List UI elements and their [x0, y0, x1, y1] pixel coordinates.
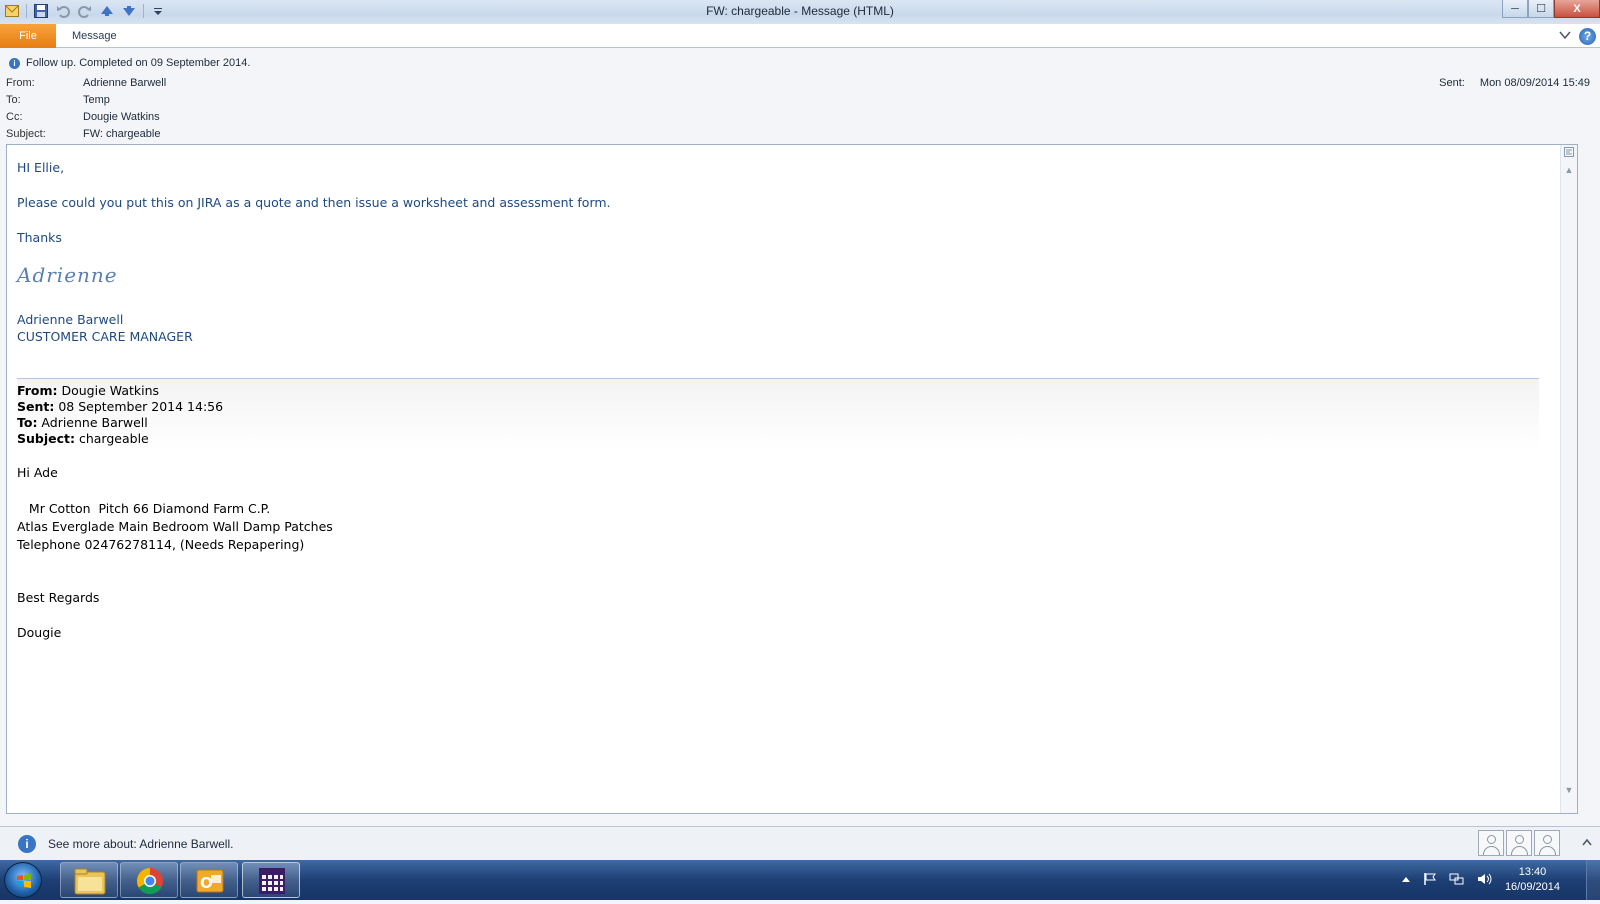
- info-icon: i: [18, 835, 36, 853]
- fwd-sent-label: Sent:: [17, 399, 55, 414]
- sent-info: Sent: Mon 08/09/2014 15:49: [1439, 77, 1590, 89]
- action-center-flag-icon[interactable]: [1423, 872, 1437, 889]
- people-avatars: [1478, 830, 1560, 856]
- subject-value: FW: chargeable: [83, 128, 161, 140]
- clock-date: 16/09/2014: [1504, 881, 1560, 893]
- message-header: i Follow up. Completed on 09 September 2…: [0, 49, 1600, 144]
- system-tray: 13:40 16/09/2014: [1401, 860, 1560, 900]
- customer-line: Mr Cotton Pitch 66 Diamond Farm C.P.: [17, 501, 271, 516]
- info-icon: i: [9, 57, 20, 69]
- avatar[interactable]: [1506, 830, 1532, 856]
- cc-label: Cc:: [6, 111, 23, 123]
- fwd-sent-line: Sent: 08 September 2014 14:56: [17, 399, 223, 414]
- from-label: From:: [6, 77, 35, 89]
- sent-label: Sent:: [1439, 77, 1465, 89]
- minimize-button[interactable]: ─: [1502, 0, 1528, 18]
- show-desktop-button[interactable]: [1586, 860, 1600, 900]
- to-value[interactable]: Temp: [83, 94, 110, 106]
- folder-icon: [74, 868, 106, 895]
- clock[interactable]: 13:40 16/09/2014: [1505, 865, 1560, 895]
- follow-up-banner: i Follow up. Completed on 09 September 2…: [9, 57, 250, 69]
- avatar[interactable]: [1478, 830, 1504, 856]
- chrome-taskbar-button[interactable]: [120, 862, 178, 898]
- windows-taskbar: O 13:40 16/09/2014: [0, 860, 1600, 900]
- request-text: Please could you put this on JIRA as a q…: [17, 195, 611, 210]
- fwd-to-line: To: Adrienne Barwell: [17, 415, 148, 430]
- title-bar: FW: chargeable - Message (HTML) ─ ☐ X: [0, 0, 1600, 24]
- vertical-scrollbar[interactable]: ▲ ▼: [1560, 145, 1577, 813]
- grid-app-icon: [259, 868, 285, 894]
- people-pane: i See more about: Adrienne Barwell.: [0, 826, 1600, 860]
- fwd-from-line: From: Dougie Watkins: [17, 383, 159, 398]
- avatar[interactable]: [1534, 830, 1560, 856]
- message-body[interactable]: HI Ellie, Please could you put this on J…: [6, 144, 1578, 814]
- scroll-up-icon[interactable]: ▲: [1563, 163, 1575, 177]
- see-more-text[interactable]: See more about: Adrienne Barwell.: [48, 837, 233, 851]
- cc-row: Cc: Dougie Watkins: [6, 111, 160, 123]
- from-row: From: Adrienne Barwell: [6, 77, 166, 89]
- expand-people-pane-icon[interactable]: [1582, 835, 1592, 849]
- window-controls: ─ ☐ X: [1502, 0, 1600, 18]
- tab-message[interactable]: Message: [72, 24, 117, 48]
- chrome-icon: [136, 867, 163, 895]
- start-button[interactable]: [4, 862, 42, 898]
- network-icon[interactable]: [1449, 872, 1465, 889]
- fwd-sent-value: 08 September 2014 14:56: [54, 399, 224, 414]
- fwd-to-value: Adrienne Barwell: [37, 415, 148, 430]
- scroll-down-icon[interactable]: ▼: [1563, 783, 1575, 797]
- sent-value: Mon 08/09/2014 15:49: [1479, 77, 1590, 89]
- tab-file[interactable]: File: [0, 24, 56, 48]
- to-row: To: Temp: [6, 94, 110, 106]
- outlook-taskbar-button[interactable]: O: [180, 862, 238, 898]
- sign-off: Dougie: [17, 625, 62, 640]
- expand-ribbon-icon[interactable]: [1559, 27, 1571, 45]
- ruler-icon[interactable]: [1563, 147, 1575, 161]
- calendar-app-taskbar-button[interactable]: [242, 862, 300, 898]
- volume-icon[interactable]: [1477, 872, 1493, 889]
- svg-text:O: O: [200, 874, 213, 892]
- ribbon-tabs: File Message ?: [0, 24, 1600, 48]
- telephone-line: Telephone 02476278114, (Needs Repapering…: [17, 537, 305, 552]
- cc-value[interactable]: Dougie Watkins: [83, 111, 160, 123]
- fwd-subject-label: Subject:: [17, 431, 75, 446]
- forwarded-header-block: [17, 379, 1539, 449]
- signature-name: Adrienne Barwell: [17, 312, 124, 327]
- subject-label: Subject:: [6, 128, 46, 140]
- show-hidden-icons-icon[interactable]: [1401, 874, 1411, 886]
- fwd-to-label: To:: [17, 415, 38, 430]
- signature-title: CUSTOMER CARE MANAGER: [17, 329, 193, 344]
- issue-line: Atlas Everglade Main Bedroom Wall Damp P…: [17, 519, 333, 534]
- fwd-subject-line: Subject: chargeable: [17, 431, 149, 446]
- maximize-button[interactable]: ☐: [1528, 0, 1554, 18]
- greeting: HI Ellie,: [17, 160, 65, 175]
- from-value[interactable]: Adrienne Barwell: [83, 77, 166, 89]
- close-button[interactable]: X: [1554, 0, 1600, 18]
- fwd-from-label: From:: [17, 383, 58, 398]
- fwd-from-value: Dougie Watkins: [57, 383, 160, 398]
- outlook-icon: O: [196, 869, 224, 893]
- signature-script: Adrienne: [17, 263, 118, 287]
- follow-up-text: Follow up. Completed on 09 September 201…: [26, 57, 251, 69]
- to-label: To:: [6, 94, 21, 106]
- file-explorer-taskbar-button[interactable]: [60, 862, 118, 898]
- subject-row: Subject: FW: chargeable: [6, 128, 160, 140]
- fwd-greeting: Hi Ade: [17, 465, 58, 480]
- clock-time: 13:40: [1518, 866, 1547, 878]
- regards-text: Best Regards: [17, 590, 100, 605]
- help-icon[interactable]: ?: [1579, 27, 1596, 45]
- fwd-subject-value: chargeable: [75, 431, 149, 446]
- ribbon-right-controls: ?: [1559, 27, 1596, 45]
- window-title: FW: chargeable - Message (HTML): [706, 4, 894, 18]
- thanks-text: Thanks: [17, 230, 62, 245]
